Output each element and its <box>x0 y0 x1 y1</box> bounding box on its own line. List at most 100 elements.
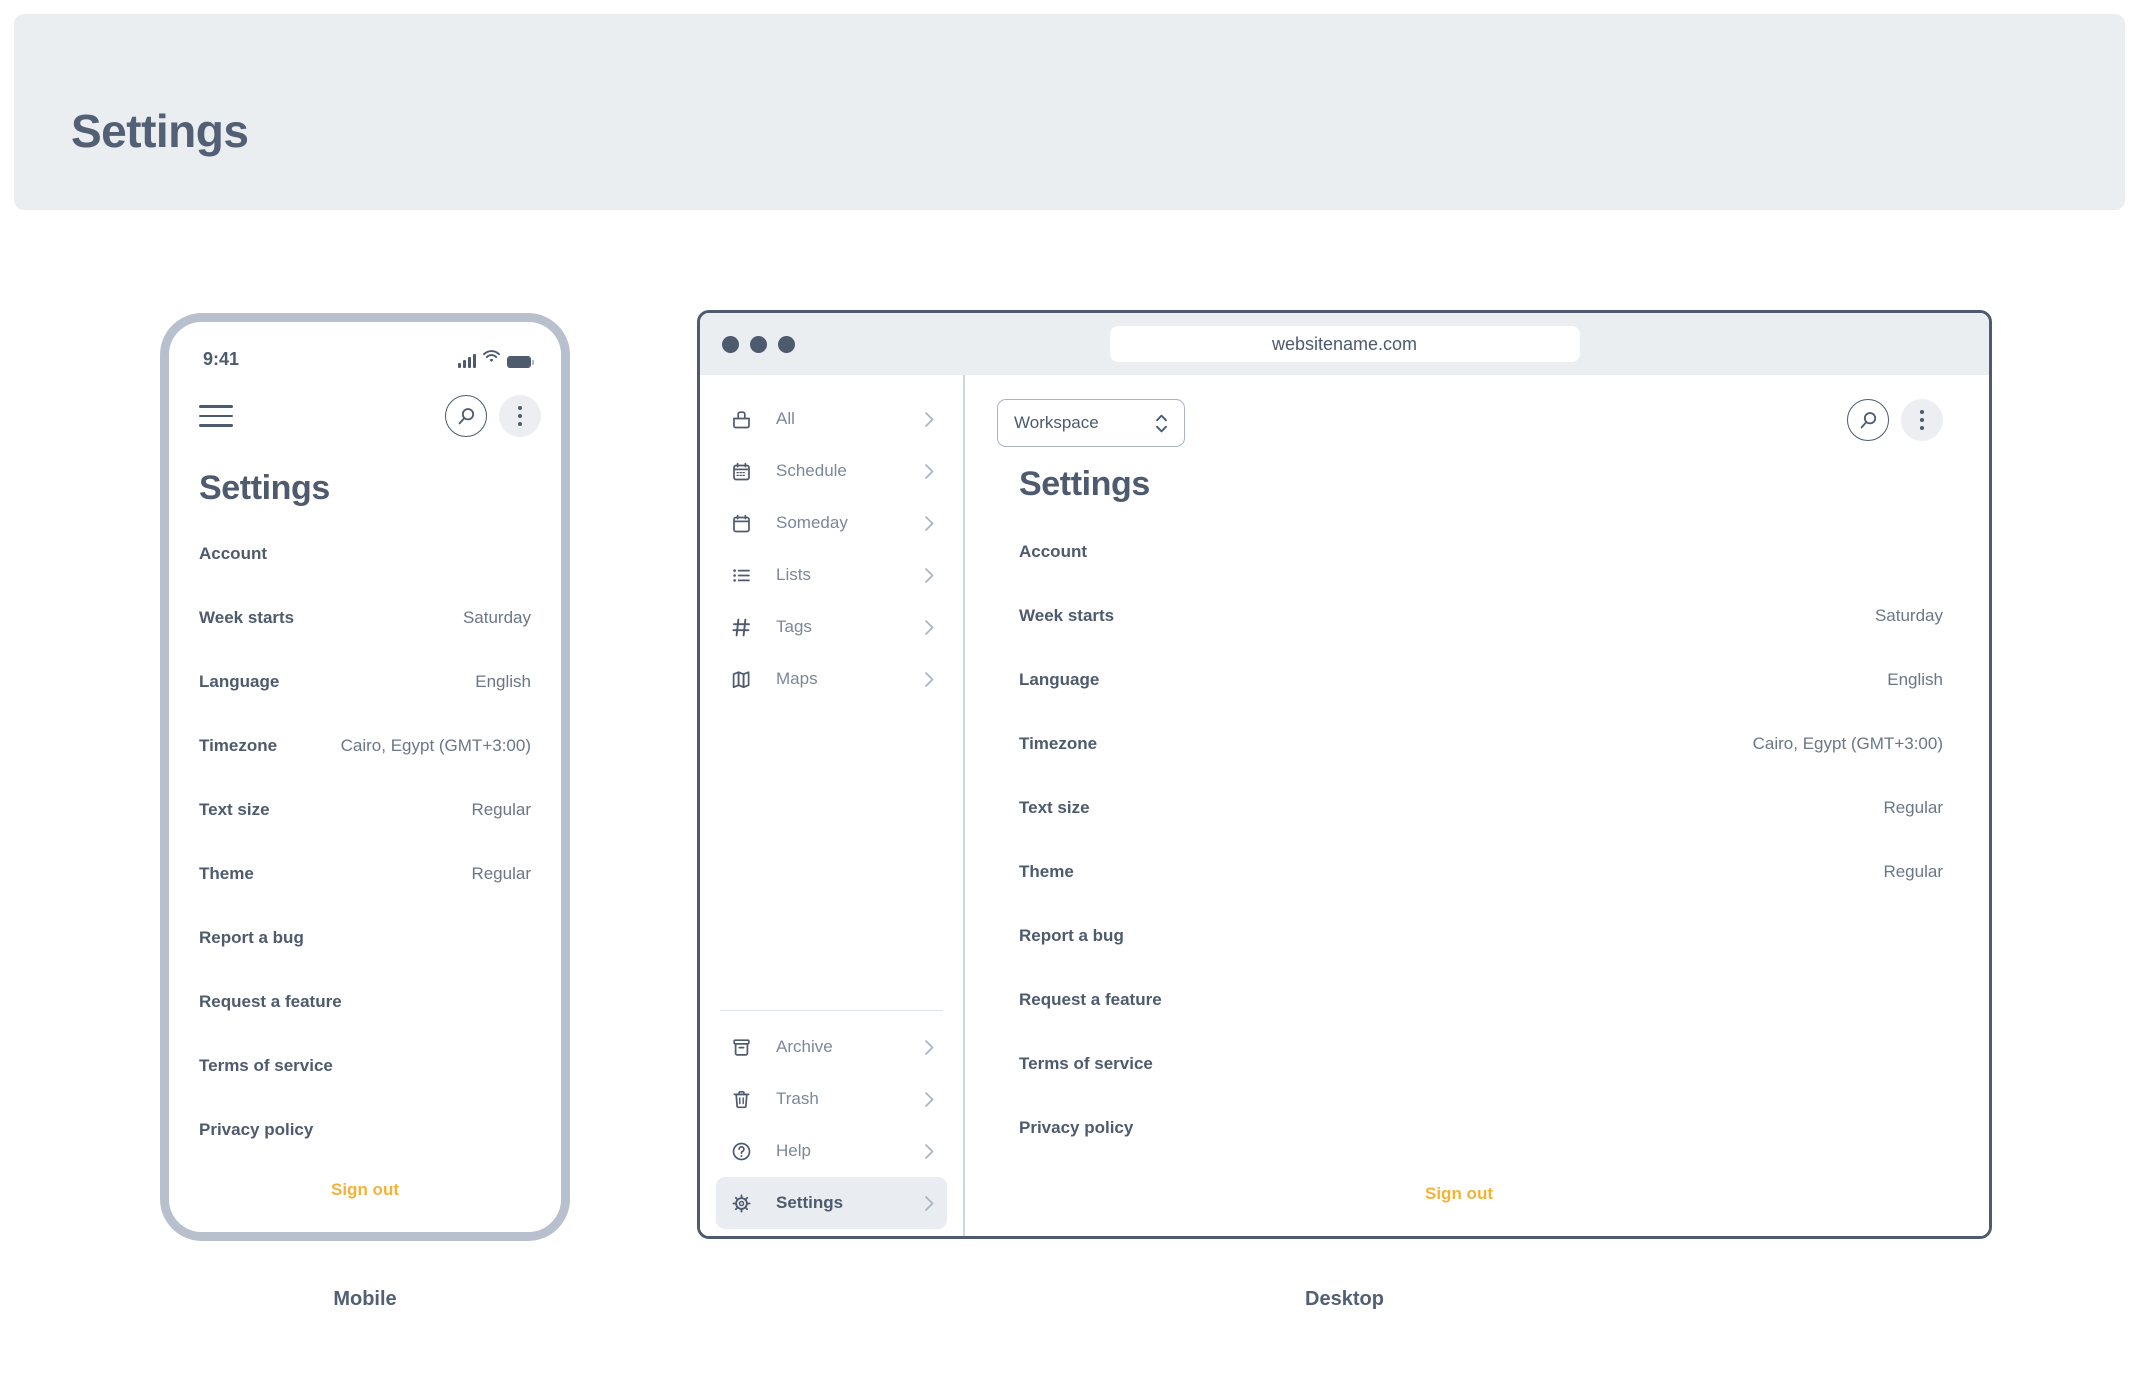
phone-frame: 9:41 Settings Account Week starts Saturd… <box>160 313 570 1241</box>
wifi-icon <box>483 350 500 368</box>
list-item[interactable]: Theme Regular <box>169 842 561 906</box>
setting-label: Request a feature <box>199 992 342 1011</box>
help-circle-icon <box>730 1140 752 1162</box>
sidebar-item-schedule[interactable]: Schedule <box>716 445 947 497</box>
chevron-right-icon <box>924 411 935 428</box>
workspace-select[interactable]: Workspace <box>997 399 1185 447</box>
mobile-screen-title: Settings <box>199 469 330 507</box>
chevron-right-icon <box>924 1039 935 1056</box>
table-row[interactable]: Account <box>997 520 1943 584</box>
more-options-button[interactable] <box>1901 399 1943 441</box>
sidebar-item-someday[interactable]: Someday <box>716 497 947 549</box>
list-item[interactable]: Language English <box>169 650 561 714</box>
desktop-mockup: websitename.com All Schedule Someday Lis… <box>697 310 1992 1239</box>
setting-label: Privacy policy <box>1019 1118 1134 1137</box>
status-icons <box>458 350 534 368</box>
gear-icon <box>730 1192 752 1214</box>
chevron-right-icon <box>924 1091 935 1108</box>
table-row[interactable]: Text size Regular <box>997 776 1943 840</box>
setting-label: Account <box>1019 542 1087 561</box>
screenshot-root: Settings 9:41 Settings Account Week star… <box>0 0 2139 1391</box>
search-icon <box>458 407 474 424</box>
sidebar-item-all[interactable]: All <box>716 393 947 445</box>
table-row[interactable]: Timezone Cairo, Egypt (GMT+3:00) <box>997 712 1943 776</box>
desktop-settings-list: Account Week starts Saturday Language En… <box>997 520 1943 1204</box>
sidebar-item-lists[interactable]: Lists <box>716 549 947 601</box>
table-row[interactable]: Week starts Saturday <box>997 584 1943 648</box>
setting-value: Saturday <box>462 608 531 627</box>
setting-label: Language <box>1019 670 1100 689</box>
setting-label: Request a feature <box>1019 990 1162 1009</box>
table-row[interactable]: Language English <box>997 648 1943 712</box>
setting-value: Regular <box>471 864 531 883</box>
status-time: 9:41 <box>203 348 240 369</box>
sidebar-item-tags[interactable]: Tags <box>716 601 947 653</box>
search-button[interactable] <box>1847 399 1889 441</box>
desktop-caption: Desktop <box>1305 1288 1384 1310</box>
browser-viewport: All Schedule Someday Lists Tags Maps Arc… <box>700 375 1989 1236</box>
list-item[interactable]: Timezone Cairo, Egypt (GMT+3:00) <box>169 714 561 778</box>
chevron-right-icon <box>924 463 935 480</box>
list-item[interactable]: Request a feature <box>169 970 561 1034</box>
setting-label: Terms of service <box>199 1056 333 1075</box>
mobile-topbar-actions <box>445 395 541 437</box>
setting-label: Timezone <box>1019 734 1098 753</box>
sign-out-button[interactable]: Sign out <box>169 1180 561 1200</box>
sidebar-item-settings[interactable]: Settings <box>716 1177 947 1229</box>
setting-label: Text size <box>1019 798 1090 817</box>
chevron-right-icon <box>924 1195 935 1212</box>
setting-label: Language <box>199 672 280 691</box>
sidebar-item-label: Trash <box>776 1089 819 1108</box>
mobile-mockup: 9:41 Settings Account Week starts Saturd… <box>160 313 570 1241</box>
sidebar-item-label: All <box>776 409 795 428</box>
setting-value: Regular <box>471 800 531 819</box>
list-item[interactable]: Report a bug <box>169 906 561 970</box>
inbox-icon <box>730 408 752 430</box>
chevron-right-icon <box>924 515 935 532</box>
sign-out-button[interactable]: Sign out <box>997 1184 1943 1204</box>
setting-label: Text size <box>199 800 270 819</box>
search-button[interactable] <box>445 395 487 437</box>
address-bar-url: websitename.com <box>1271 333 1418 354</box>
table-row[interactable]: Report a bug <box>997 904 1943 968</box>
list-item[interactable]: Week starts Saturday <box>169 586 561 650</box>
list-item[interactable]: Account <box>169 522 561 586</box>
setting-label: Timezone <box>199 736 278 755</box>
sidebar-item-trash[interactable]: Trash <box>716 1073 947 1125</box>
table-row[interactable]: Theme Regular <box>997 840 1943 904</box>
sidebar-item-help[interactable]: Help <box>716 1125 947 1177</box>
workspace-select-value: Workspace <box>1014 413 1099 432</box>
table-row[interactable]: Terms of service <box>997 1032 1943 1096</box>
address-bar[interactable]: websitename.com <box>1109 326 1580 362</box>
mobile-topbar <box>169 386 561 446</box>
hash-icon <box>730 616 752 638</box>
table-row[interactable]: Privacy policy <box>997 1096 1943 1160</box>
list-item[interactable]: Text size Regular <box>169 778 561 842</box>
map-icon <box>730 668 752 690</box>
sidebar-item-label: Lists <box>776 565 811 584</box>
list-item[interactable]: Terms of service <box>169 1034 561 1098</box>
more-options-button[interactable] <box>499 395 541 437</box>
table-row[interactable]: Request a feature <box>997 968 1943 1032</box>
phone-screen: 9:41 Settings Account Week starts Saturd… <box>169 322 561 1232</box>
sidebar-item-label: Help <box>776 1141 811 1160</box>
window-controls-icon[interactable] <box>722 335 795 353</box>
setting-label: Privacy policy <box>199 1120 314 1139</box>
chevron-right-icon <box>924 567 935 584</box>
mobile-caption: Mobile <box>333 1288 397 1310</box>
setting-label: Week starts <box>199 608 295 627</box>
archive-icon <box>730 1036 752 1058</box>
setting-value: English <box>1887 670 1943 689</box>
setting-label: Report a bug <box>1019 926 1124 945</box>
list-item[interactable]: Privacy policy <box>169 1098 561 1162</box>
signal-bars-icon <box>458 354 476 368</box>
setting-value: Cairo, Egypt (GMT+3:00) <box>1752 734 1943 753</box>
calendar-icon <box>730 512 752 534</box>
sidebar-item-archive[interactable]: Archive <box>716 1021 947 1073</box>
sidebar-item-maps[interactable]: Maps <box>716 653 947 705</box>
mobile-settings-list: Account Week starts Saturday Language En… <box>169 522 561 1200</box>
setting-value: Regular <box>1883 798 1943 817</box>
setting-value: Cairo, Egypt (GMT+3:00) <box>340 736 531 755</box>
hamburger-menu-icon[interactable] <box>199 398 233 434</box>
